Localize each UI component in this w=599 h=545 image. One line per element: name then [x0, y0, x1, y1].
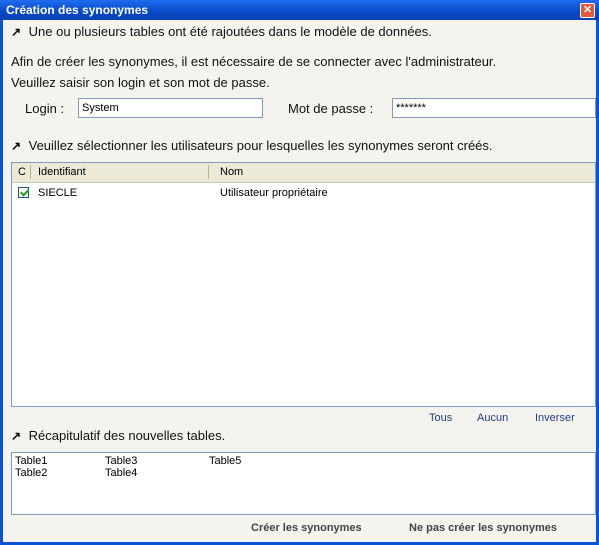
users-list[interactable]: C Identifiant Nom SIECLE Utilisateur pro…	[11, 162, 596, 407]
table-item: Table2	[15, 467, 48, 479]
row-nom: Utilisateur propriétaire	[220, 187, 328, 199]
password-label: Mot de passe :	[288, 101, 374, 116]
title-bar[interactable]: Création des synonymes ✕	[0, 0, 599, 20]
users-heading-text: Veuillez sélectionner les utilisateurs p…	[28, 138, 493, 153]
tables-heading-text: Récapitulatif des nouvelles tables.	[28, 428, 226, 443]
row-identifiant: SIECLE	[38, 187, 78, 199]
table-item: Table4	[105, 467, 138, 479]
select-none-link[interactable]: Aucun	[477, 412, 508, 424]
password-input[interactable]: *******	[392, 98, 596, 118]
close-icon[interactable]: ✕	[580, 3, 595, 18]
column-separator	[208, 165, 209, 179]
table-item: Table3	[105, 455, 138, 467]
arrow-bullet-icon: ↗	[11, 25, 22, 39]
intro-line-1: Afin de créer les synonymes, il est néce…	[11, 54, 497, 69]
window-title: Création des synonymes	[6, 3, 149, 17]
intro-line-2: Veuillez saisir son login et son mot de …	[11, 75, 270, 90]
column-header-c[interactable]: C	[18, 166, 26, 178]
intro-bullet-text: Une ou plusieurs tables ont été rajoutée…	[28, 24, 432, 39]
arrow-bullet-icon: ↗	[11, 139, 22, 153]
invert-selection-link[interactable]: Inverser	[535, 412, 575, 424]
tables-heading: ↗ Récapitulatif des nouvelles tables.	[11, 428, 225, 443]
tables-list[interactable]: Table1 Table2 Table3 Table4 Table5	[11, 452, 596, 515]
row-checkbox[interactable]	[18, 187, 29, 198]
skip-synonyms-button[interactable]: Ne pas créer les synonymes	[409, 522, 557, 534]
column-header-nom[interactable]: Nom	[220, 166, 243, 178]
login-label: Login :	[25, 101, 65, 116]
intro-bullet: ↗ Une ou plusieurs tables ont été rajout…	[11, 24, 432, 39]
users-list-header: C Identifiant Nom	[12, 163, 595, 183]
column-separator	[30, 165, 31, 179]
table-item: Table5	[209, 455, 242, 467]
create-synonyms-button[interactable]: Créer les synonymes	[251, 522, 362, 534]
users-heading: ↗ Veuillez sélectionner les utilisateurs…	[11, 138, 493, 153]
select-all-link[interactable]: Tous	[429, 412, 452, 424]
table-item: Table1	[15, 455, 48, 467]
arrow-bullet-icon: ↗	[11, 429, 22, 443]
dialog-window: Création des synonymes ✕ ↗ Une ou plusie…	[0, 0, 599, 545]
login-input[interactable]: System	[78, 98, 263, 118]
column-header-identifiant[interactable]: Identifiant	[38, 166, 86, 178]
